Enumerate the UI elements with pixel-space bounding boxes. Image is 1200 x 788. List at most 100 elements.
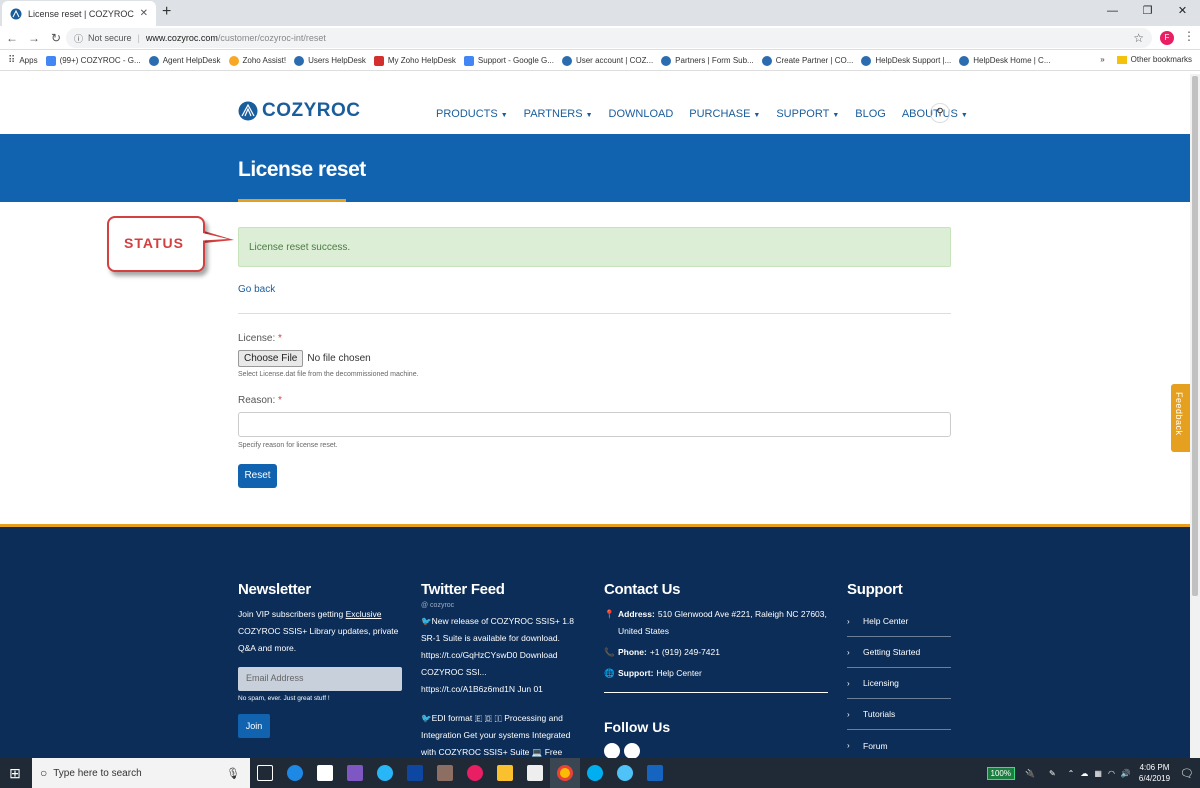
slack-icon[interactable] bbox=[460, 758, 490, 788]
bookmark-item[interactable]: Partners | Form Sub... bbox=[661, 55, 754, 66]
visual-studio-icon[interactable] bbox=[340, 758, 370, 788]
reason-hint: Specify reason for license reset. bbox=[238, 442, 338, 449]
status-callout: STATUS bbox=[107, 216, 205, 272]
word-icon[interactable] bbox=[640, 758, 670, 788]
twitter-icon[interactable] bbox=[604, 743, 620, 759]
contact-title: Contact Us bbox=[604, 581, 681, 598]
support-link[interactable]: Help Center bbox=[656, 668, 701, 678]
new-tab-button[interactable]: + bbox=[162, 3, 171, 21]
task-view-icon[interactable] bbox=[250, 758, 280, 788]
choose-file-button[interactable]: Choose File bbox=[238, 350, 304, 367]
status-message: License reset success. bbox=[238, 227, 951, 267]
back-icon[interactable]: ← bbox=[2, 31, 22, 45]
site-logo[interactable]: COZYROC bbox=[238, 100, 361, 122]
microphone-icon[interactable]: 🎙 bbox=[226, 767, 240, 780]
chevron-right-icon: › bbox=[847, 616, 850, 626]
main-nav: PRODUCTS ▼ PARTNERS ▼ DOWNLOAD PURCHASE ▼ S… bbox=[436, 108, 984, 120]
skype-icon[interactable] bbox=[580, 758, 610, 788]
bookmark-item[interactable]: Zoho Assist! bbox=[228, 55, 286, 66]
tab-close-icon[interactable]: ✕ bbox=[140, 8, 148, 19]
cozyroc-icon bbox=[561, 55, 572, 66]
bookmark-item[interactable]: Create Partner | CO... bbox=[761, 55, 853, 66]
bookmarks-overflow-icon[interactable]: » bbox=[1100, 55, 1104, 64]
contact-address: 📍 Address: 510 Glenwood Ave #221, Raleigh … bbox=[604, 606, 830, 640]
no-spam-note: No spam, ever. Just great stuff ! bbox=[238, 695, 330, 702]
bookmark-item[interactable]: Users HelpDesk bbox=[294, 55, 366, 66]
notifications-icon[interactable]: 🗨 bbox=[1180, 767, 1194, 780]
pen-icon[interactable]: ✎ bbox=[1049, 769, 1056, 778]
other-bookmarks[interactable]: Other bookmarks bbox=[1131, 55, 1192, 64]
paint-icon[interactable] bbox=[520, 758, 550, 788]
network-icon[interactable]: ▦ bbox=[1094, 769, 1102, 778]
chevron-up-icon[interactable]: ⌃ bbox=[1068, 769, 1075, 778]
phone-icon: 📞 bbox=[604, 647, 615, 657]
bookmark-item[interactable]: Support - Google G... bbox=[463, 55, 554, 66]
linkedin-icon[interactable] bbox=[624, 743, 640, 759]
nav-products[interactable]: PRODUCTS ▼ bbox=[436, 108, 508, 120]
nav-partners[interactable]: PARTNERS ▼ bbox=[524, 108, 593, 120]
zoho-assist-icon bbox=[228, 55, 239, 66]
bookmark-item[interactable]: User account | COZ... bbox=[561, 55, 653, 66]
page-scrollbar[interactable] bbox=[1190, 74, 1200, 758]
bookmark-item[interactable]: (99+) COZYROC - G... bbox=[45, 55, 141, 66]
twitter-handle[interactable]: @ cozyroc bbox=[421, 602, 581, 609]
internet-explorer-icon[interactable] bbox=[370, 758, 400, 788]
url-bar[interactable]: ⓘ Not secure | www.cozyroc.com /customer… bbox=[66, 28, 1152, 48]
forward-icon[interactable]: → bbox=[24, 31, 44, 45]
app-icon[interactable] bbox=[430, 758, 460, 788]
email-input[interactable]: Email Address bbox=[238, 667, 402, 691]
onedrive-icon[interactable]: ☁ bbox=[1080, 769, 1088, 778]
join-button[interactable]: Join bbox=[238, 714, 270, 738]
bookmark-apps[interactable]: ⠿ Apps bbox=[8, 54, 38, 66]
volume-icon[interactable]: 🔊 bbox=[1121, 769, 1131, 778]
twitter-bird-icon: 🐦 bbox=[421, 713, 432, 723]
bookmark-item[interactable]: Agent HelpDesk bbox=[148, 55, 221, 66]
windows-start-icon[interactable]: ⊞ bbox=[0, 765, 30, 782]
restore-icon[interactable]: ❐ bbox=[1130, 0, 1165, 26]
callout-label: STATUS bbox=[124, 235, 184, 251]
nav-download[interactable]: DOWNLOAD bbox=[609, 108, 674, 120]
browser-menu-icon[interactable]: ⋮ bbox=[1183, 29, 1195, 43]
bookmark-item[interactable]: My Zoho HelpDesk bbox=[373, 55, 456, 66]
wifi-icon[interactable]: ◠ bbox=[1108, 769, 1115, 778]
reload-icon[interactable]: ↻ bbox=[46, 31, 66, 45]
edge-icon[interactable] bbox=[280, 758, 310, 788]
bookmark-item[interactable]: HelpDesk Home | C... bbox=[959, 55, 1051, 66]
chevron-right-icon: › bbox=[847, 647, 850, 657]
clock[interactable]: 4:06 PM 6/4/2019 bbox=[1139, 762, 1170, 784]
reset-button[interactable]: Reset bbox=[238, 464, 277, 488]
profile-avatar[interactable]: F bbox=[1160, 31, 1174, 45]
info-icon[interactable]: ⓘ bbox=[74, 32, 83, 45]
bookmark-item[interactable]: HelpDesk Support |... bbox=[861, 55, 951, 66]
search-icon[interactable]: ⚲ bbox=[930, 103, 950, 123]
scrollbar-thumb[interactable] bbox=[1192, 76, 1198, 596]
feedback-tab[interactable]: Feedback bbox=[1171, 384, 1190, 452]
support-link-licensing[interactable]: › Licensing bbox=[847, 668, 951, 699]
store-icon[interactable] bbox=[310, 758, 340, 788]
bookmark-star-icon[interactable]: ☆ bbox=[1133, 31, 1144, 45]
file-explorer-icon[interactable] bbox=[490, 758, 520, 788]
outlook-icon[interactable] bbox=[400, 758, 430, 788]
nav-support[interactable]: SUPPORT ▼ bbox=[776, 108, 839, 120]
support-link-getting-started[interactable]: › Getting Started bbox=[847, 637, 951, 668]
nav-purchase[interactable]: PURCHASE ▼ bbox=[689, 108, 760, 120]
support-link-tutorials[interactable]: › Tutorials bbox=[847, 699, 951, 730]
support-link-forum[interactable]: › Forum bbox=[847, 730, 951, 761]
reason-input[interactable] bbox=[238, 412, 951, 437]
license-label: License: * bbox=[238, 333, 282, 344]
apps-grid-icon: ⠿ bbox=[8, 54, 16, 66]
battery-indicator[interactable]: 100% bbox=[986, 766, 1015, 780]
chrome-icon[interactable] bbox=[550, 758, 580, 788]
license-file-input: Choose File No file chosen bbox=[238, 350, 371, 367]
windows-taskbar: ⊞ ○ Type here to search 🎙 100% 🔌 ✎ ⌃ ☁ ▦… bbox=[0, 758, 1200, 788]
exclusive-link[interactable]: Exclusive bbox=[346, 609, 382, 619]
close-window-icon[interactable]: ✕ bbox=[1165, 0, 1200, 26]
go-back-link[interactable]: Go back bbox=[238, 284, 275, 295]
support-link-help-center[interactable]: › Help Center bbox=[847, 606, 951, 637]
nav-blog[interactable]: BLOG bbox=[855, 108, 886, 120]
chevron-down-icon: ▼ bbox=[832, 112, 840, 119]
taskbar-search[interactable]: ○ Type here to search 🎙 bbox=[32, 758, 250, 788]
minimize-icon[interactable]: — bbox=[1095, 0, 1130, 26]
cozyroc-app-icon[interactable] bbox=[610, 758, 640, 788]
browser-tab[interactable]: License reset | COZYROC ✕ bbox=[2, 1, 156, 26]
